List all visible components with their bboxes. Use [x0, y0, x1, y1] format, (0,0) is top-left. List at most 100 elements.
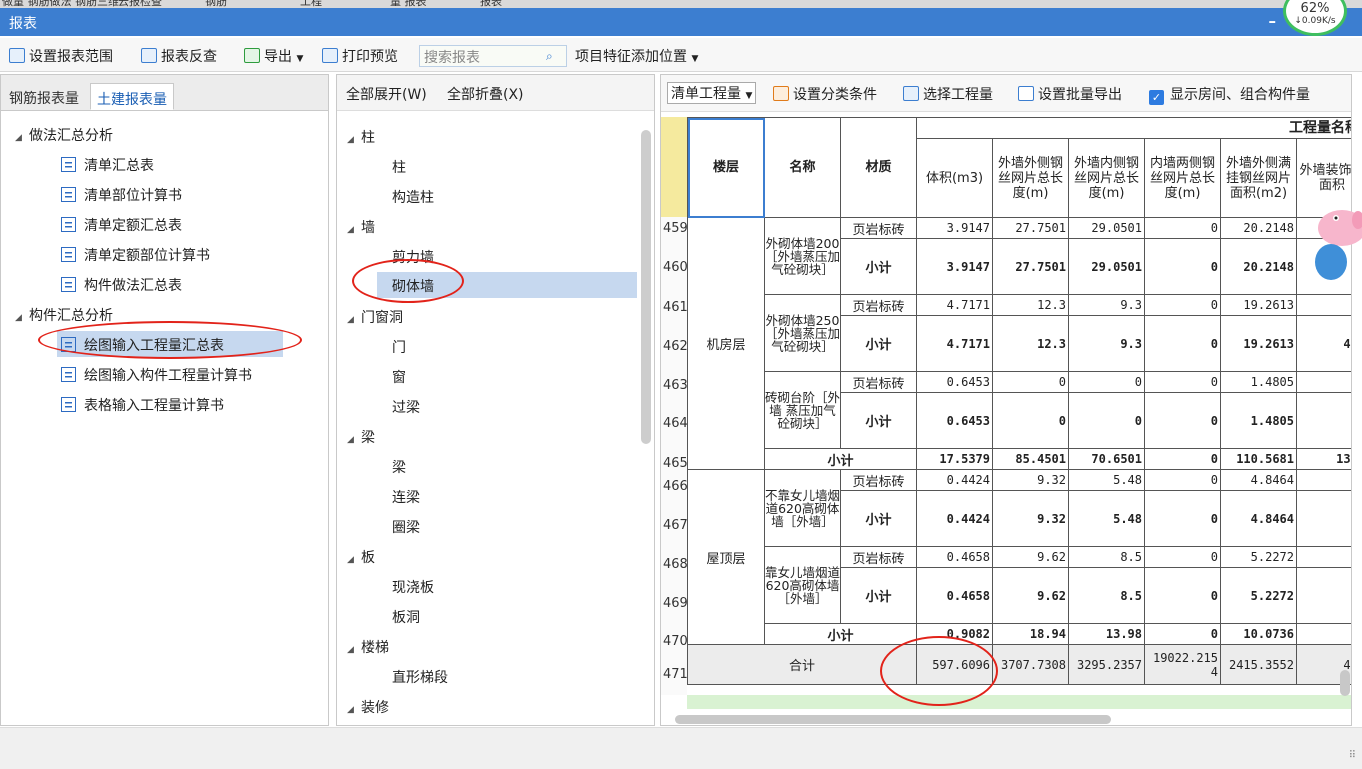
tree-item-drawing-qty-summary-selected[interactable]: 绘图输入工程量汇总表	[57, 331, 283, 357]
value-cell: 597.6096	[916, 644, 993, 685]
tree-group-beam[interactable]: ◢ 梁	[347, 427, 375, 447]
value-cell: 29.0501	[1068, 238, 1145, 295]
tree-group-decoration[interactable]: ◢ 装修	[347, 697, 389, 717]
material-cell: 页岩标砖	[840, 217, 917, 239]
floor-subtotal-label: 小计	[764, 623, 917, 645]
value-cell: 0	[1144, 217, 1221, 239]
header-q4[interactable]: 外墙外侧满挂钢丝网片面积(m2)	[1220, 138, 1297, 218]
vertical-scrollbar[interactable]	[1340, 670, 1350, 696]
tree-node[interactable]: 过梁	[392, 397, 420, 417]
value-cell: 13.98	[1068, 623, 1145, 645]
report-check-button[interactable]: 报表反查	[141, 46, 217, 66]
tree-item-report[interactable]: 表格输入工程量计算书	[61, 395, 224, 415]
vertical-scrollbar[interactable]	[641, 130, 651, 444]
header-floor[interactable]: 楼层	[687, 117, 765, 218]
table-row[interactable]: 砖砌台阶［外墙 蒸压加气砼砌块］ 页岩标砖 0.6453 0 0 0 1.480…	[688, 371, 1351, 449]
tree-node[interactable]: 梁	[392, 457, 406, 477]
tab-rebar-report[interactable]: 钢筋报表量	[3, 83, 85, 110]
tree-group-wall[interactable]: ◢ 墙	[347, 217, 375, 237]
header-q3[interactable]: 内墙两侧钢丝网片总长度(m)	[1144, 138, 1221, 218]
header-volume[interactable]: 体积(m3)	[916, 138, 993, 218]
value-cell: 5.48	[1068, 469, 1145, 491]
value-cell: 9.3	[1068, 315, 1145, 372]
tab-civil-report[interactable]: 土建报表量	[90, 83, 174, 110]
mascot-pig-icon	[1315, 210, 1362, 280]
collapse-all-button[interactable]: 全部折叠(X)	[447, 84, 524, 104]
tree-group-column[interactable]: ◢ 柱	[347, 127, 375, 147]
tree-item-label: 表格输入工程量计算书	[84, 398, 224, 414]
tree-group-slab[interactable]: ◢ 板	[347, 547, 375, 567]
value-cell: 70.6501	[1068, 448, 1145, 470]
tree-item-report[interactable]: 清单定额汇总表	[61, 215, 182, 235]
tree-node[interactable]: 现浇板	[392, 577, 434, 597]
table-row[interactable]: 靠女儿墙烟道620高砌体墙［外墙］ 页岩标砖 0.4658 9.62 8.5 0…	[688, 546, 1351, 624]
report-table-toolbar: 清单工程量 ▼ 设置分类条件 选择工程量 设置批量导出 ✓ 显示房间、组合构件量	[661, 75, 1351, 112]
header-name[interactable]: 名称	[764, 117, 841, 218]
expanded-triangle-icon: ◢	[347, 555, 354, 565]
search-icon[interactable]: ⌕	[546, 49, 560, 63]
value-cell: 10.0736	[1220, 623, 1297, 645]
tree-node[interactable]: 剪力墙	[392, 247, 434, 267]
tree-node[interactable]: 连梁	[392, 487, 420, 507]
value-cell: 8.5	[1068, 567, 1145, 624]
chevron-down-icon: ▼	[691, 54, 699, 64]
show-rooms-checkbox[interactable]: ✓ 显示房间、组合构件量	[1149, 84, 1310, 105]
tree-item-report[interactable]: 构件做法汇总表	[61, 275, 182, 295]
tree-group-openings[interactable]: ◢ 门窗洞	[347, 307, 403, 327]
component-name-cell: 砖砌台阶［外墙 蒸压加气砼砌块］	[764, 371, 841, 449]
tree-node-label: 墙	[361, 220, 375, 236]
tree-node-label: 装修	[361, 700, 389, 716]
table-row[interactable]: 屋顶层 不靠女儿墙烟道620高砌体墙［外墙］ 页岩标砖 0.4424 9.32 …	[687, 469, 1351, 645]
tree-node[interactable]: 直形梯段	[392, 667, 448, 687]
value-cell: 19.2613	[1220, 315, 1297, 372]
minimize-button[interactable]: –	[1269, 12, 1277, 30]
header-q1[interactable]: 外墙外侧钢丝网片总长度(m)	[992, 138, 1069, 218]
tree-group-stairs[interactable]: ◢ 楼梯	[347, 637, 389, 657]
chevron-down-icon: ▼	[296, 54, 304, 64]
expand-all-button[interactable]: 全部展开(W)	[346, 84, 427, 104]
resize-grip-icon[interactable]: ⠿	[1349, 750, 1356, 761]
table-row[interactable]: 机房层 外砌体墙200［外墙蒸压加气砼砌块］ 页岩标砖 3.9147 27.75…	[687, 217, 1351, 470]
export-button[interactable]: 导出 ▼	[244, 46, 303, 66]
tree-item-report[interactable]: 清单部位计算书	[61, 185, 182, 205]
value-cell: 18.94	[992, 623, 1069, 645]
tree-node[interactable]: 柱	[392, 157, 406, 177]
tree-item-report[interactable]: 绘图输入构件工程量计算书	[61, 365, 252, 385]
table-row[interactable]: 小计 17.5379 85.4501 70.6501 0 110.5681 13…	[688, 448, 1351, 470]
tree-item-label: 清单汇总表	[84, 158, 154, 174]
horizontal-scrollbar[interactable]	[675, 715, 1111, 724]
value-cell	[1296, 623, 1351, 645]
value-cell: 110.5681	[1220, 448, 1297, 470]
value-cell: 3.9147	[916, 238, 993, 295]
table-row[interactable]: 小计 0.9082 18.94 13.98 0 10.0736	[688, 623, 1351, 645]
tree-item-report[interactable]: 清单汇总表	[61, 155, 154, 175]
tree-item-report[interactable]: 清单定额部位计算书	[61, 245, 210, 265]
set-report-range-button[interactable]: 设置报表范围	[9, 46, 113, 66]
tree-node-label: 板	[361, 550, 375, 566]
select-quantity-button[interactable]: 选择工程量	[903, 84, 993, 104]
grand-total-row[interactable]: 合计 597.6096 3707.7308 3295.2357 19022.21…	[687, 644, 1351, 685]
table-row[interactable]: 外砌体墙250［外墙蒸压加气砼砌块］ 页岩标砖 4.7171 12.3 9.3 …	[688, 294, 1351, 372]
value-cell: 0	[1144, 567, 1221, 624]
batch-export-button[interactable]: 设置批量导出	[1018, 84, 1122, 104]
batch-export-label: 设置批量导出	[1038, 87, 1122, 103]
value-cell: 1.	[1296, 392, 1351, 449]
quantity-type-select[interactable]: 清单工程量 ▼	[667, 82, 757, 104]
tree-node[interactable]: 窗	[392, 367, 406, 387]
tree-node-masonry-wall-selected[interactable]: 砌体墙	[377, 272, 637, 298]
value-cell: 0.4658	[916, 546, 993, 568]
tree-node-label: 柱	[361, 130, 375, 146]
tree-node[interactable]: 构造柱	[392, 187, 434, 207]
print-preview-button[interactable]: 打印预览	[322, 46, 398, 66]
feature-position-dropdown[interactable]: 项目特征添加位置 ▼	[575, 46, 698, 66]
set-category-button[interactable]: 设置分类条件	[773, 84, 877, 104]
tree-node[interactable]: 板洞	[392, 607, 420, 627]
header-q2[interactable]: 外墙内侧钢丝网片总长度(m)	[1068, 138, 1145, 218]
background-window-strip: 做量 钢筋做法 钢筋三维 云报检查 钢筋 工程 量 报表 报表	[0, 0, 1362, 8]
tree-node[interactable]: 圈梁	[392, 517, 420, 537]
tree-group-component-summary[interactable]: ◢ 构件汇总分析	[15, 305, 113, 325]
tree-group-method-summary[interactable]: ◢ 做法汇总分析	[15, 125, 113, 145]
header-material[interactable]: 材质	[840, 117, 917, 218]
tree-node[interactable]: 门	[392, 337, 406, 357]
search-input[interactable]: 搜索报表 ⌕	[419, 45, 567, 67]
